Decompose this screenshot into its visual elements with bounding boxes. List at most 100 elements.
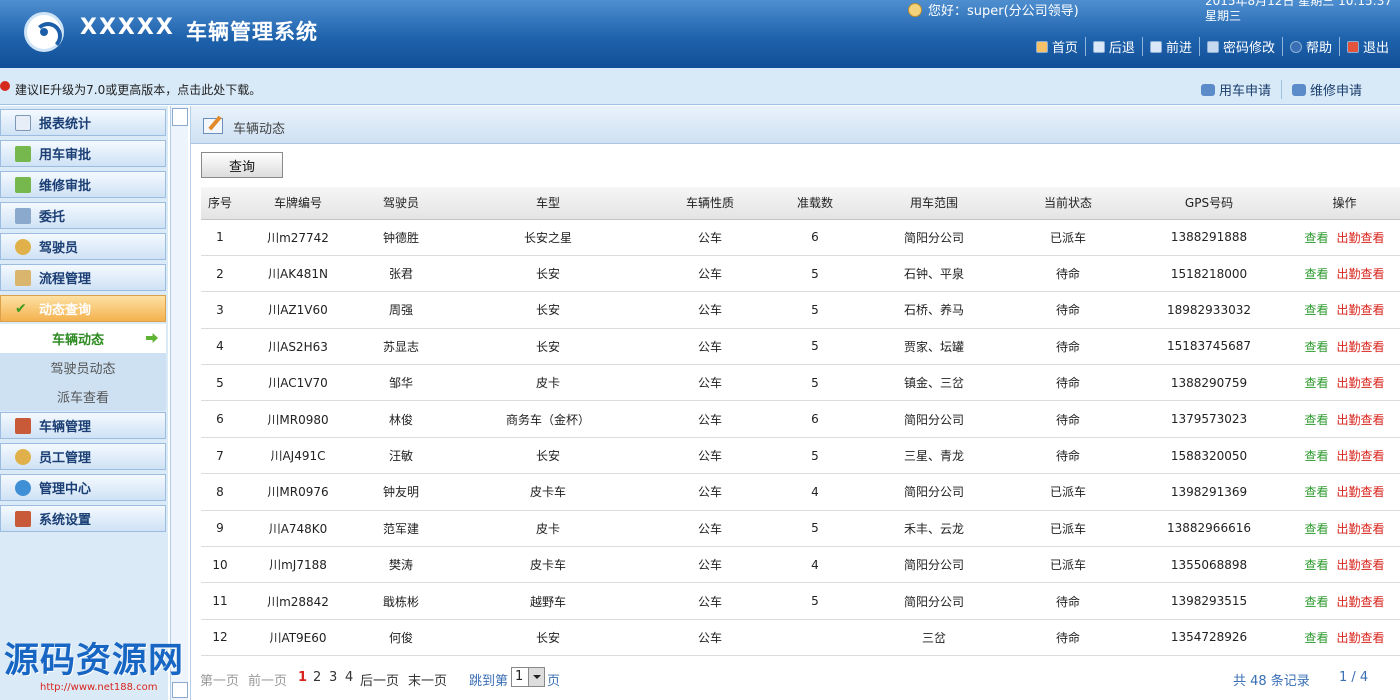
last-page-link[interactable]: 末一页 [408, 670, 447, 689]
dispatch-view-link[interactable]: 出勤查看 [1337, 376, 1385, 390]
goto-page-value: 1 [515, 669, 524, 684]
dispatch-view-link[interactable]: 出勤查看 [1337, 303, 1385, 317]
dispatch-view-link[interactable]: 出勤查看 [1337, 631, 1385, 645]
nav-home-button[interactable]: 首页 [1029, 37, 1086, 56]
sidebar-item-car-approval[interactable]: 用车审批 [0, 140, 166, 167]
dispatch-view-link[interactable]: 出勤查看 [1337, 595, 1385, 609]
sidebar-item-vehicle-mgmt[interactable]: 车辆管理 [0, 412, 166, 439]
view-link[interactable]: 查看 [1304, 231, 1328, 245]
dispatch-view-link[interactable]: 出勤查看 [1337, 267, 1385, 281]
view-link[interactable]: 查看 [1304, 631, 1328, 645]
page-link[interactable]: 2 [313, 670, 321, 685]
table-row: 4 川AS2H63 苏显志 长安 公车 5 贾家、坛罐 待命 15183745687 查看 出勤查看 [201, 328, 1400, 366]
dispatch-view-link[interactable]: 出勤查看 [1337, 231, 1385, 245]
chevron-down-icon[interactable] [528, 668, 544, 686]
cell-model: 长安 [445, 328, 651, 366]
sidebar-item-driver[interactable]: 驾驶员 [0, 233, 166, 260]
cell-seats: 4 [769, 546, 861, 584]
prev-page-link[interactable]: 前一页 [248, 670, 287, 689]
ie-upgrade-link[interactable]: 建议IE升级为7.0或更高版本，点击此处下载。 [15, 81, 261, 98]
view-link[interactable]: 查看 [1304, 595, 1328, 609]
cell-plate: 川AC1V70 [239, 364, 357, 402]
cell-nature: 公车 [651, 473, 769, 511]
table-row: 5 川AC1V70 邹华 皮卡 公车 5 镇金、三岔 待命 1388290759 查看 出勤查看 [201, 364, 1400, 402]
view-link[interactable]: 查看 [1304, 267, 1328, 281]
sidebar-item-flow[interactable]: 流程管理 [0, 264, 166, 291]
nav-forward-button[interactable]: 前进 [1143, 37, 1200, 56]
app-title: 车辆管理系统 [186, 20, 318, 44]
page-link[interactable]: 1 [298, 670, 307, 685]
cell-status: 待命 [1007, 619, 1129, 657]
report-icon [15, 114, 31, 131]
nav-label: 首页 [1051, 41, 1078, 56]
dispatch-view-link[interactable]: 出勤查看 [1337, 485, 1385, 499]
view-link[interactable]: 查看 [1304, 376, 1328, 390]
page-link[interactable]: 4 [345, 670, 353, 685]
cell-scope: 简阳分公司 [861, 582, 1007, 620]
dispatch-view-link[interactable]: 出勤查看 [1337, 522, 1385, 536]
view-link[interactable]: 查看 [1304, 413, 1328, 427]
view-link[interactable]: 查看 [1304, 522, 1328, 536]
cell-plate: 川MR0976 [239, 473, 357, 511]
delegate-icon [15, 207, 31, 224]
approve-icon [15, 145, 31, 162]
cell-scope: 简阳分公司 [861, 546, 1007, 584]
sidebar-item-repair-approval[interactable]: 维修审批 [0, 171, 166, 198]
view-link[interactable]: 查看 [1304, 303, 1328, 317]
nav-exit-button[interactable]: 退出 [1340, 37, 1396, 56]
cell-scope: 三星、青龙 [861, 437, 1007, 475]
col-header: 用车范围 [861, 187, 1007, 220]
view-link[interactable]: 查看 [1304, 340, 1328, 354]
repair-apply-link[interactable]: 维修申请 [1282, 80, 1372, 99]
next-page-link[interactable]: 后一页 [360, 670, 399, 689]
sidebar-item-admin-center[interactable]: 管理中心 [0, 474, 166, 501]
sidebar-subitem-driver-dynamic[interactable]: 驾驶员动态 [0, 353, 166, 382]
cell-scope: 石桥、养马 [861, 291, 1007, 329]
cell-driver: 汪敏 [357, 437, 445, 475]
sidebar-item-system-settings[interactable]: 系统设置 [0, 505, 166, 532]
cell-no: 11 [201, 582, 239, 620]
cell-no: 8 [201, 473, 239, 511]
sidebar: 报表统计 用车审批 维修审批 委托 驾驶员 流程管理 ✔ 动态查询 车辆动态 驾驶… [0, 106, 168, 700]
sidebar-item-delegate[interactable]: 委托 [0, 202, 166, 229]
sidebar-scrollbar[interactable] [170, 106, 188, 700]
query-button[interactable]: 查询 [201, 152, 283, 178]
dispatch-view-link[interactable]: 出勤查看 [1337, 340, 1385, 354]
sidebar-item-label: 报表统计 [39, 117, 92, 132]
page-indicator: 1 / 4 [1339, 670, 1369, 685]
nav-back-button[interactable]: 后退 [1086, 37, 1143, 56]
dispatch-view-link[interactable]: 出勤查看 [1337, 449, 1385, 463]
nav-password-button[interactable]: 密码修改 [1200, 37, 1283, 56]
goto-page-select[interactable]: 1 [511, 667, 545, 687]
cell-actions: 查看 出勤查看 [1289, 510, 1400, 548]
sidebar-subitem-vehicle-dynamic[interactable]: 车辆动态 [0, 324, 166, 353]
sidebar-item-employee-mgmt[interactable]: 员工管理 [0, 443, 166, 470]
view-link[interactable]: 查看 [1304, 449, 1328, 463]
scroll-up-button[interactable] [172, 108, 188, 126]
sidebar-item-dynamic-query[interactable]: ✔ 动态查询 [0, 295, 166, 322]
nav-help-button[interactable]: 帮助 [1283, 37, 1340, 56]
cell-nature: 公车 [651, 255, 769, 293]
cell-nature: 公车 [651, 582, 769, 620]
cell-plate: 川m27742 [239, 219, 357, 256]
car-apply-icon [1200, 83, 1215, 96]
repair-apply-icon [1291, 83, 1306, 96]
car-apply-link[interactable]: 用车申请 [1191, 80, 1282, 99]
sidebar-item-label: 用车审批 [39, 148, 92, 163]
cell-nature: 公车 [651, 328, 769, 366]
first-page-link[interactable]: 第一页 [200, 670, 239, 689]
quick-link-label: 维修申请 [1309, 84, 1362, 99]
cell-driver: 钟友明 [357, 473, 445, 511]
cell-status: 已派车 [1007, 510, 1129, 548]
dispatch-view-link[interactable]: 出勤查看 [1337, 558, 1385, 572]
cell-status: 已派车 [1007, 546, 1129, 584]
dispatch-view-link[interactable]: 出勤查看 [1337, 413, 1385, 427]
cell-driver: 钟德胜 [357, 219, 445, 256]
view-link[interactable]: 查看 [1304, 485, 1328, 499]
sidebar-item-report[interactable]: 报表统计 [0, 109, 166, 136]
sidebar-subitem-dispatch-view[interactable]: 派车查看 [0, 382, 166, 411]
view-link[interactable]: 查看 [1304, 558, 1328, 572]
page-link[interactable]: 3 [329, 670, 337, 685]
cell-plate: 川AZ1V60 [239, 291, 357, 329]
scroll-down-button[interactable] [172, 682, 188, 698]
